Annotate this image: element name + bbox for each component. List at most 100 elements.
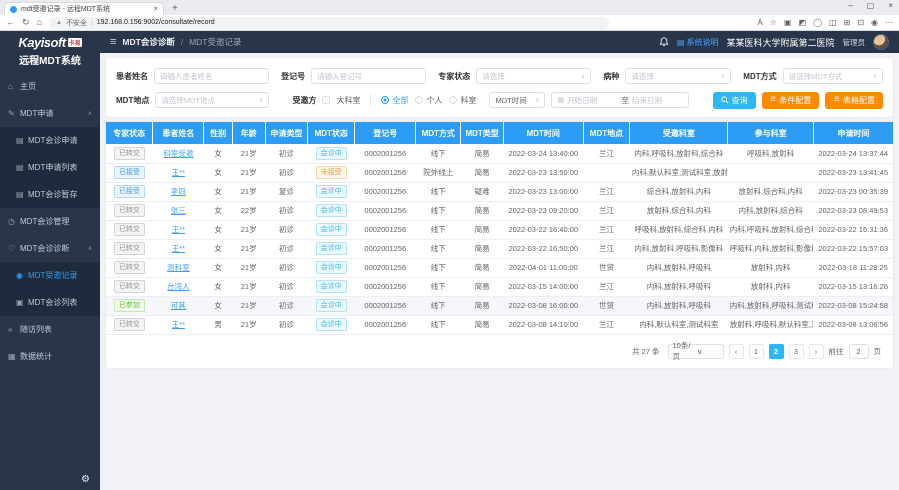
condition-config-button[interactable]: ≞ 条件配置: [762, 92, 820, 109]
mdt-location-select[interactable]: 请选择MDT地点∨: [155, 92, 269, 108]
settings-gear-icon[interactable]: ⚙: [81, 474, 90, 485]
patient-name-input[interactable]: 请输入患者姓名: [154, 68, 269, 84]
page-button-1[interactable]: 1: [749, 344, 764, 359]
table-body: 已转交科室受邀女21岁初诊会诊中0002001256线下简易2022-03-24…: [106, 144, 893, 334]
cell-mdt_status: 会诊中: [308, 239, 355, 258]
collapse-sidebar-icon[interactable]: ≡: [110, 37, 116, 48]
tab-title: mdt受邀记录 - 远程MDT系统: [21, 4, 149, 14]
window-minimize-button[interactable]: –: [848, 1, 852, 10]
sidebar-item-mdt-apply[interactable]: ✎MDT申请∧: [0, 100, 100, 127]
copilot-icon[interactable]: ◯: [813, 19, 822, 27]
refresh-icon[interactable]: ↻: [22, 18, 30, 27]
favorites-icon[interactable]: ☆: [770, 19, 777, 27]
back-icon[interactable]: ←: [6, 18, 15, 27]
patient-name-link[interactable]: 台湾人: [167, 282, 190, 291]
patient-name-link[interactable]: 王**: [172, 320, 185, 329]
patient-name-link[interactable]: 可其: [171, 301, 186, 310]
patient-name-label: 患者姓名: [116, 71, 148, 82]
patient-name-link[interactable]: 李四: [171, 187, 186, 196]
page-button-3[interactable]: 3: [789, 344, 804, 359]
patient-name-link[interactable]: 王**: [172, 168, 185, 177]
prev-page-button[interactable]: ‹: [729, 344, 744, 359]
sidebar-item-data-stats[interactable]: ▦数据统计: [0, 343, 100, 370]
column-header-register_no[interactable]: 登记号: [355, 122, 416, 144]
split-screen-icon[interactable]: ◫: [829, 19, 837, 27]
sidebar-item-followup-list[interactable]: «随访列表: [0, 316, 100, 343]
page-button-2[interactable]: 2: [769, 344, 784, 359]
mdt-time-range-picker[interactable]: ▦ 开始日期 至 结束日期: [551, 92, 689, 108]
sidebar-item-mdt-apply-list[interactable]: ▤MDT申请列表: [0, 154, 100, 181]
column-header-age[interactable]: 年龄: [232, 122, 265, 144]
cell-gender: 女: [204, 239, 233, 258]
column-header-mdt_time[interactable]: MDT时间: [504, 122, 584, 144]
status-tag: 会诊中: [316, 318, 347, 331]
invited-party-radio-2[interactable]: 科室: [449, 95, 476, 106]
dept-group-checkbox[interactable]: [322, 96, 330, 104]
patient-name-link[interactable]: 测科室: [167, 263, 190, 272]
column-header-apply_time[interactable]: 申请时间: [813, 122, 893, 144]
notification-bell-icon[interactable]: [659, 37, 669, 47]
read-aloud-icon[interactable]: A: [757, 19, 762, 27]
cell-register_no: 0002001256: [355, 258, 416, 277]
sidebar-item-home[interactable]: ⌂主页: [0, 73, 100, 100]
breadcrumb-parent: MDT会诊诊断: [122, 36, 174, 48]
mdt-time-type-select[interactable]: MDT时间∨: [489, 92, 545, 108]
column-header-joined_depts[interactable]: 参与科室: [728, 122, 814, 144]
chevron-up-icon: ∧: [88, 110, 92, 117]
column-header-apply_type[interactable]: 申请类型: [265, 122, 308, 144]
patient-name-link[interactable]: 科室受邀: [163, 149, 193, 158]
column-header-expert_status[interactable]: 专家状态: [106, 122, 153, 144]
page-jump-input[interactable]: 2: [849, 344, 869, 359]
search-button[interactable]: 查询: [713, 92, 756, 109]
start-date-placeholder: 开始日期: [567, 95, 618, 106]
system-help-link[interactable]: ▤ 系统说明: [677, 37, 719, 48]
table-config-button[interactable]: ≞ 表格配置: [825, 92, 883, 109]
next-page-button[interactable]: ›: [809, 344, 824, 359]
collections-icon[interactable]: ▣: [784, 19, 792, 27]
column-header-mdt_status[interactable]: MDT状态: [308, 122, 355, 144]
column-header-mdt_location[interactable]: MDT地点: [583, 122, 630, 144]
cell-gender: 女: [204, 201, 233, 220]
register-no-label: 登记号: [281, 71, 305, 82]
sidebar-item-mdt-consult-list[interactable]: ▣MDT会诊列表: [0, 289, 100, 316]
status-tag: 会诊中: [316, 185, 347, 198]
invited-party-radio-0[interactable]: 全部: [381, 95, 408, 106]
sidebar-item-mdt-consult-apply[interactable]: ▤MDT会诊申请: [0, 127, 100, 154]
browser-tab[interactable]: mdt受邀记录 - 远程MDT系统 ×: [4, 2, 164, 15]
sidebar-item-mdt-consult-manage[interactable]: ◷MDT会诊管理: [0, 208, 100, 235]
more-menu-icon[interactable]: ⋯: [885, 19, 893, 27]
patient-name-link[interactable]: 王**: [172, 225, 185, 234]
invited-party-radio-1[interactable]: 个人: [415, 95, 442, 106]
window-close-button[interactable]: ×: [888, 1, 893, 10]
profile-icon[interactable]: ◉: [871, 19, 878, 27]
column-header-invited_depts[interactable]: 受邀科室: [630, 122, 728, 144]
sidebar-item-mdt-consult-diagnose[interactable]: ♡MDT会诊诊断∧: [0, 235, 100, 262]
sidebar-item-mdt-consult-draft[interactable]: ▤MDT会诊暂存: [0, 181, 100, 208]
expert-status-select[interactable]: 请选择∨: [476, 68, 591, 84]
extensions-icon[interactable]: ⊞: [844, 19, 851, 27]
column-header-mdt_type[interactable]: MDT类型: [461, 122, 504, 144]
patient-name-link[interactable]: 张三: [171, 206, 186, 215]
cell-register_no: 0002001256: [355, 201, 416, 220]
browser-essentials-icon[interactable]: ⊡: [857, 19, 864, 27]
cell-mdt_status: 会诊中: [308, 315, 355, 334]
page-size-select[interactable]: 10条/页 ∨: [668, 344, 724, 359]
patient-name-link[interactable]: 王**: [172, 244, 185, 253]
column-header-patient_name[interactable]: 患者姓名: [153, 122, 204, 144]
sidebar-item-mdt-invite-record[interactable]: ◉MDT受邀记录: [0, 262, 100, 289]
home-icon[interactable]: ⌂: [37, 18, 42, 27]
status-tag: 已转交: [114, 280, 145, 293]
window-maximize-button[interactable]: ▢: [867, 1, 875, 10]
user-avatar[interactable]: [873, 34, 889, 50]
mdt-mode-select[interactable]: 请选择MDT方式∨: [783, 68, 883, 84]
column-header-gender[interactable]: 性别: [204, 122, 233, 144]
address-bar[interactable]: ▲ 不安全 | 192.168.0.156:9002/consultate/re…: [49, 17, 609, 29]
new-tab-button[interactable]: +: [172, 2, 178, 15]
register-no-input[interactable]: 请输入登记号: [311, 68, 426, 84]
column-header-mdt_mode[interactable]: MDT方式: [416, 122, 461, 144]
sidebar-item-label: 随访列表: [20, 324, 52, 335]
table-row: 已转交王**男21岁初诊会诊中0002001256线下简易2022-03-08 …: [106, 315, 893, 334]
extension-icon-1[interactable]: ◩: [799, 19, 807, 27]
tab-close-icon[interactable]: ×: [153, 5, 158, 13]
disease-select[interactable]: 请选择∨: [625, 68, 731, 84]
